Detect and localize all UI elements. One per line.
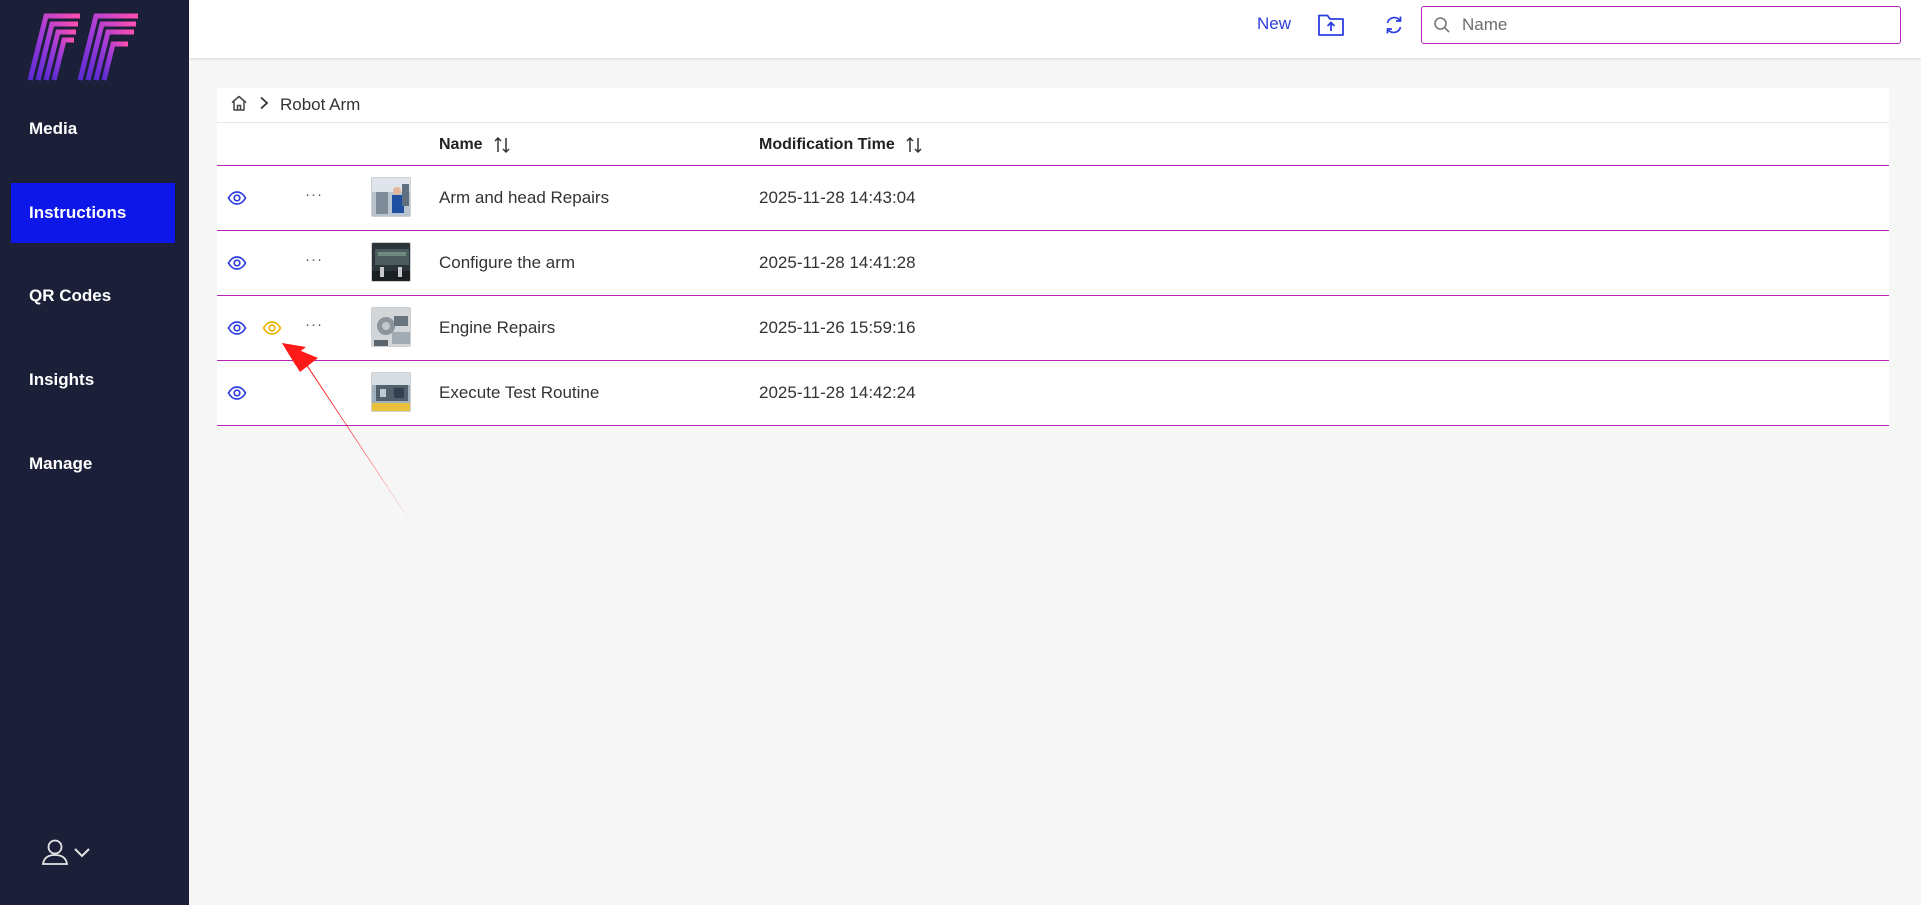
instruction-name[interactable]: Configure the arm	[439, 253, 575, 273]
top-bar: New	[189, 0, 1921, 58]
sidebar-item-instructions[interactable]: Instructions	[11, 183, 175, 243]
table-row[interactable]: ··· Engine Repairs 2025-11-26 15:59:16	[217, 296, 1889, 361]
column-header-modification-time[interactable]: Modification Time	[759, 123, 923, 166]
refresh-icon	[1386, 16, 1402, 34]
sidebar: Media Instructions QR Codes Insights Man…	[0, 0, 189, 905]
new-button[interactable]: New	[1257, 14, 1291, 34]
column-header-name[interactable]: Name	[439, 123, 511, 166]
sidebar-item-label: Instructions	[29, 203, 127, 222]
chevron-right-icon	[258, 96, 270, 115]
more-options-button[interactable]: ···	[305, 316, 323, 333]
table-row[interactable]: Execute Test Routine 2025-11-28 14:42:24	[217, 361, 1889, 426]
modification-time: 2025-11-28 14:42:24	[759, 383, 916, 402]
instruction-name[interactable]: Engine Repairs	[439, 318, 555, 338]
instructions-panel: Robot Arm Name Modification Time ··· Arm…	[217, 88, 1889, 426]
table-row[interactable]: ··· Configure the arm 2025-11-28 14:41:2…	[217, 231, 1889, 296]
eye-icon[interactable]	[227, 319, 247, 337]
eye-icon[interactable]	[227, 189, 247, 207]
sidebar-item-media[interactable]: Media	[11, 99, 175, 159]
sidebar-item-insights[interactable]: Insights	[11, 350, 175, 410]
instruction-name[interactable]: Execute Test Routine	[439, 383, 599, 403]
more-options-button[interactable]: ···	[305, 186, 323, 203]
table-header: Name Modification Time	[217, 123, 1889, 166]
instruction-name[interactable]: Arm and head Repairs	[439, 188, 609, 208]
column-header-label: Name	[439, 135, 483, 153]
eye-icon[interactable]	[227, 384, 247, 402]
modification-time: 2025-11-28 14:41:28	[759, 253, 916, 272]
table-row[interactable]: ··· Arm and head Repairs 2025-11-28 14:4…	[217, 166, 1889, 231]
instruction-thumbnail	[371, 372, 411, 412]
preview-eye-icon[interactable]	[262, 319, 282, 337]
refresh-button[interactable]	[1383, 14, 1405, 36]
sidebar-item-manage[interactable]: Manage	[11, 434, 175, 494]
sidebar-item-qr-codes[interactable]: QR Codes	[11, 266, 175, 326]
eye-icon[interactable]	[227, 254, 247, 272]
home-icon[interactable]	[230, 94, 248, 117]
sort-icon	[906, 136, 922, 153]
folder-upload-icon	[1318, 14, 1344, 36]
sidebar-item-label: Manage	[29, 454, 93, 473]
search-icon	[1422, 7, 1462, 43]
sort-icon	[494, 136, 510, 153]
app-window: Media Instructions QR Codes Insights Man…	[0, 0, 1921, 905]
search-box[interactable]	[1421, 6, 1901, 44]
sidebar-item-label: Insights	[29, 370, 95, 389]
column-header-label: Modification Time	[759, 135, 895, 153]
instruction-thumbnail	[371, 307, 411, 347]
user-menu[interactable]	[40, 836, 96, 868]
sidebar-item-label: QR Codes	[29, 286, 112, 305]
upload-button[interactable]	[1317, 12, 1345, 38]
logo[interactable]	[20, 10, 142, 82]
breadcrumb-current[interactable]: Robot Arm	[280, 95, 360, 115]
instruction-thumbnail	[371, 242, 411, 282]
logo-icon	[27, 13, 138, 81]
sidebar-item-label: Media	[29, 119, 78, 138]
search-input[interactable]	[1462, 8, 1900, 42]
modification-time: 2025-11-28 14:43:04	[759, 188, 916, 207]
breadcrumb: Robot Arm	[217, 88, 1889, 123]
more-options-button[interactable]: ···	[305, 251, 323, 268]
instruction-thumbnail	[371, 177, 411, 217]
modification-time: 2025-11-26 15:59:16	[759, 318, 916, 337]
user-icon	[41, 839, 69, 865]
chevron-down-icon	[74, 848, 90, 858]
